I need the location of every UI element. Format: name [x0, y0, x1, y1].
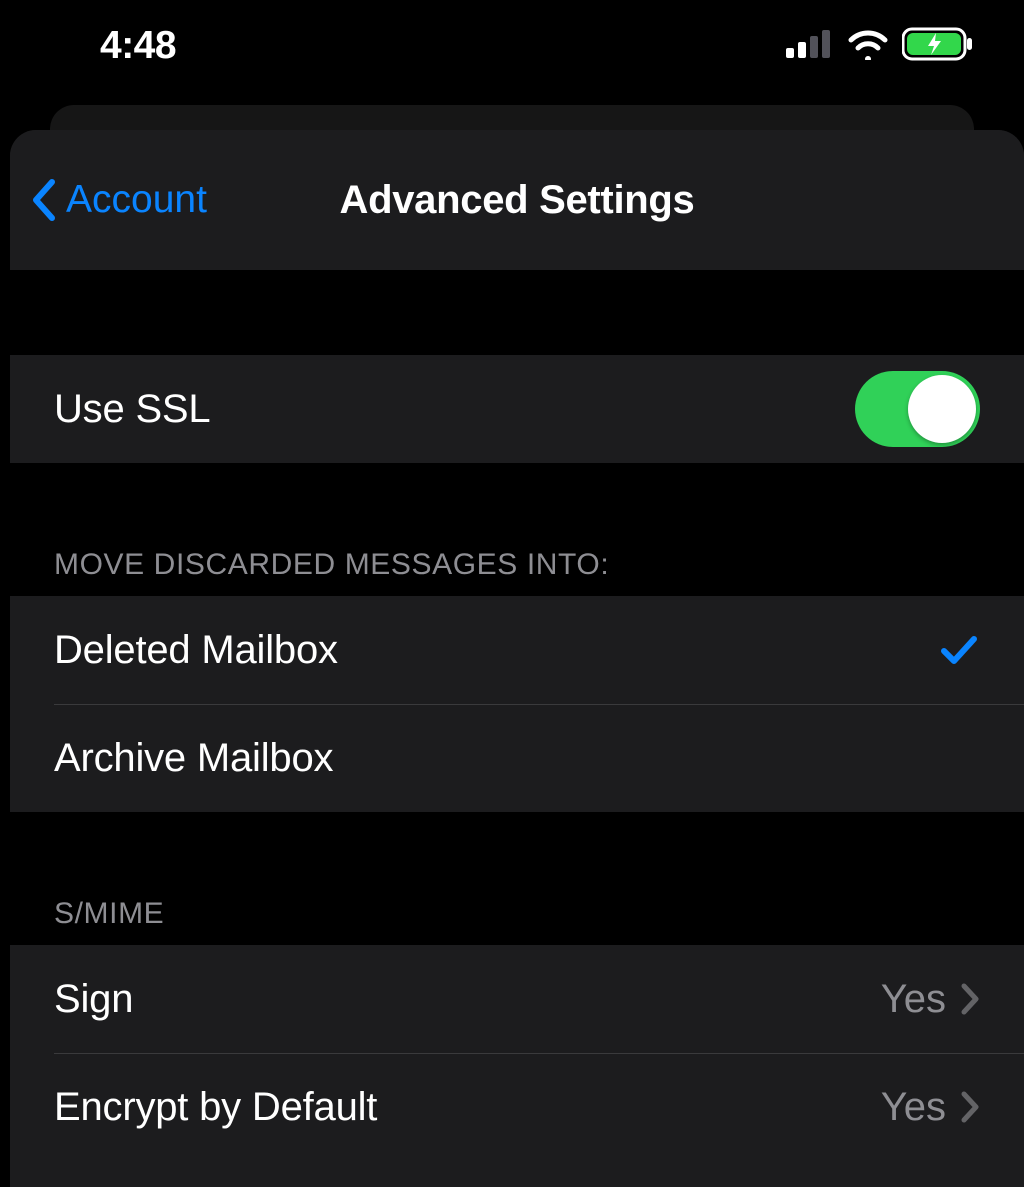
sign-value: Yes	[881, 977, 946, 1022]
chevron-right-icon	[960, 982, 980, 1016]
section-spacer	[10, 270, 1024, 355]
encrypt-row[interactable]: Encrypt by Default Yes	[10, 1053, 1024, 1161]
archive-mailbox-label: Archive Mailbox	[54, 736, 980, 781]
discarded-section-header: MOVE DISCARDED MESSAGES INTO:	[10, 463, 1024, 596]
encrypt-label: Encrypt by Default	[54, 1085, 881, 1130]
encrypt-value: Yes	[881, 1085, 946, 1130]
deleted-mailbox-label: Deleted Mailbox	[54, 628, 938, 673]
sign-label: Sign	[54, 977, 881, 1022]
back-button[interactable]: Account	[28, 178, 207, 222]
smime-section: S/MIME Sign Yes Encrypt by Default Yes	[10, 812, 1024, 1161]
use-ssl-row[interactable]: Use SSL	[10, 355, 1024, 463]
use-ssl-label: Use SSL	[54, 387, 855, 432]
settings-sheet: Account Advanced Settings Use SSL MOVE D…	[10, 130, 1024, 1187]
status-indicators	[786, 27, 974, 66]
checkmark-icon	[938, 629, 980, 671]
ssl-section: Use SSL	[10, 270, 1024, 463]
status-bar: 4:48	[0, 0, 1024, 100]
discarded-section: MOVE DISCARDED MESSAGES INTO: Deleted Ma…	[10, 463, 1024, 812]
back-label: Account	[66, 178, 207, 222]
settings-content: Use SSL MOVE DISCARDED MESSAGES INTO: De…	[10, 270, 1024, 1161]
nav-bar: Account Advanced Settings	[10, 130, 1024, 270]
wifi-icon	[846, 28, 890, 65]
status-time: 4:48	[100, 24, 176, 68]
chevron-left-icon	[28, 178, 60, 222]
chevron-right-icon	[960, 1090, 980, 1124]
archive-mailbox-row[interactable]: Archive Mailbox	[10, 704, 1024, 812]
use-ssl-toggle[interactable]	[855, 371, 980, 447]
deleted-mailbox-row[interactable]: Deleted Mailbox	[10, 596, 1024, 704]
battery-charging-icon	[902, 27, 974, 66]
cellular-icon	[786, 30, 834, 63]
toggle-knob	[908, 375, 976, 443]
sign-row[interactable]: Sign Yes	[10, 945, 1024, 1053]
smime-section-header: S/MIME	[10, 812, 1024, 945]
